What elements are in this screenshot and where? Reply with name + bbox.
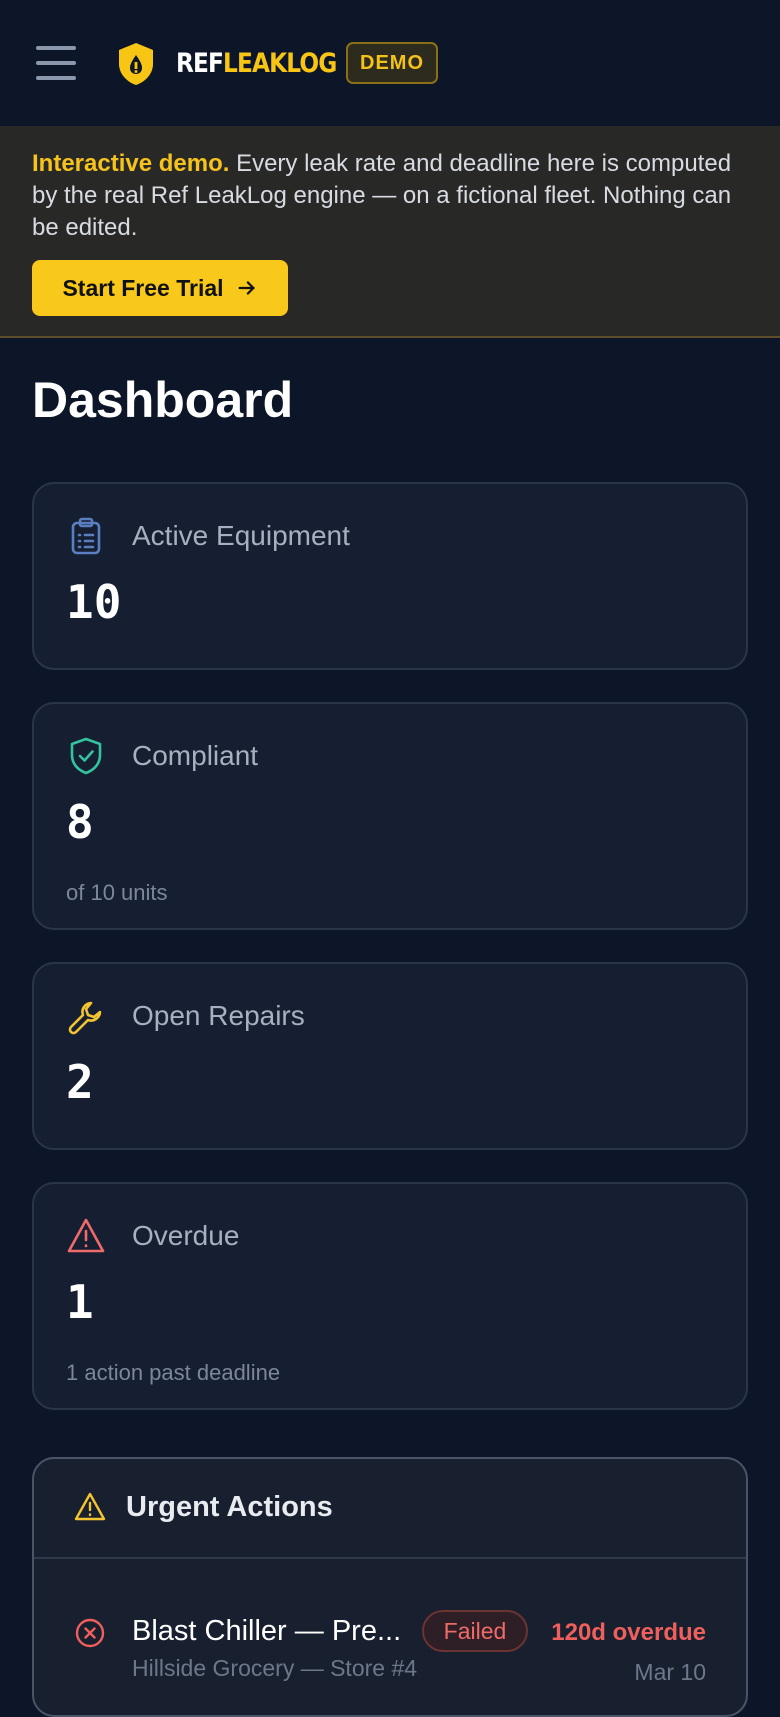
action-store-name: Hillside Grocery — Store #4: [132, 1655, 418, 1681]
stat-value: 8: [66, 795, 94, 849]
logo-shield-icon: [119, 43, 153, 85]
stat-label: Active Equipment: [132, 520, 350, 551]
arrow-right-icon: [238, 281, 255, 295]
action-date: Mar 10: [634, 1659, 706, 1685]
alert-triangle-icon: [67, 1218, 105, 1253]
start-free-trial-button[interactable]: Start Free Trial: [32, 260, 288, 316]
demo-banner-text: Interactive demo. Every leak rate and de…: [32, 148, 732, 244]
urgent-action-item[interactable]: Blast Chiller — Pre... Failed 120d overd…: [34, 1559, 746, 1715]
x-circle-icon: [75, 1618, 105, 1648]
start-free-trial-label: Start Free Trial: [62, 274, 224, 301]
wrench-icon: [68, 1001, 102, 1035]
stat-subtext: 1 action past deadline: [66, 1360, 281, 1385]
urgent-actions-title: Urgent Actions: [126, 1491, 333, 1523]
stat-value: 10: [66, 575, 122, 629]
demo-banner: Interactive demo. Every leak rate and de…: [0, 126, 780, 338]
demo-banner-highlight: Interactive demo.: [32, 150, 230, 177]
stat-label: Open Repairs: [132, 1000, 305, 1031]
stat-label: Overdue: [132, 1220, 240, 1251]
menu-icon[interactable]: [36, 46, 76, 80]
stat-subtext: of 10 units: [66, 880, 168, 905]
urgent-actions-panel: Urgent Actions Blast Chiller — Pre... Fa…: [32, 1457, 748, 1717]
clipboard-list-icon: [71, 517, 101, 555]
logo-wordmark[interactable]: REFLEAKLOG: [176, 44, 337, 84]
stat-card-open-repairs[interactable]: Open Repairs 2: [32, 962, 748, 1150]
stat-value: 1: [66, 1275, 94, 1329]
stat-card-active-equipment[interactable]: Active Equipment 10: [32, 482, 748, 670]
app-header: REFLEAKLOG DEMO: [0, 0, 780, 126]
action-equipment-name: Blast Chiller — Pre...: [132, 1615, 402, 1647]
overdue-label: 120d overdue: [551, 1619, 706, 1646]
status-badge: Failed: [422, 1610, 528, 1652]
alert-triangle-icon: [74, 1492, 106, 1521]
stat-label: Compliant: [132, 740, 259, 771]
demo-badge: DEMO: [346, 42, 438, 84]
logo-leaklog: LEAKLOG: [223, 48, 337, 79]
page-title: Dashboard: [32, 372, 294, 428]
stat-value: 2: [66, 1055, 94, 1109]
urgent-actions-header: Urgent Actions: [34, 1459, 746, 1559]
logo-ref: REF: [176, 48, 224, 79]
stat-card-compliant[interactable]: Compliant 8 of 10 units: [32, 702, 748, 930]
shield-check-icon: [70, 737, 102, 775]
stat-card-overdue[interactable]: Overdue 1 1 action past deadline: [32, 1182, 748, 1410]
